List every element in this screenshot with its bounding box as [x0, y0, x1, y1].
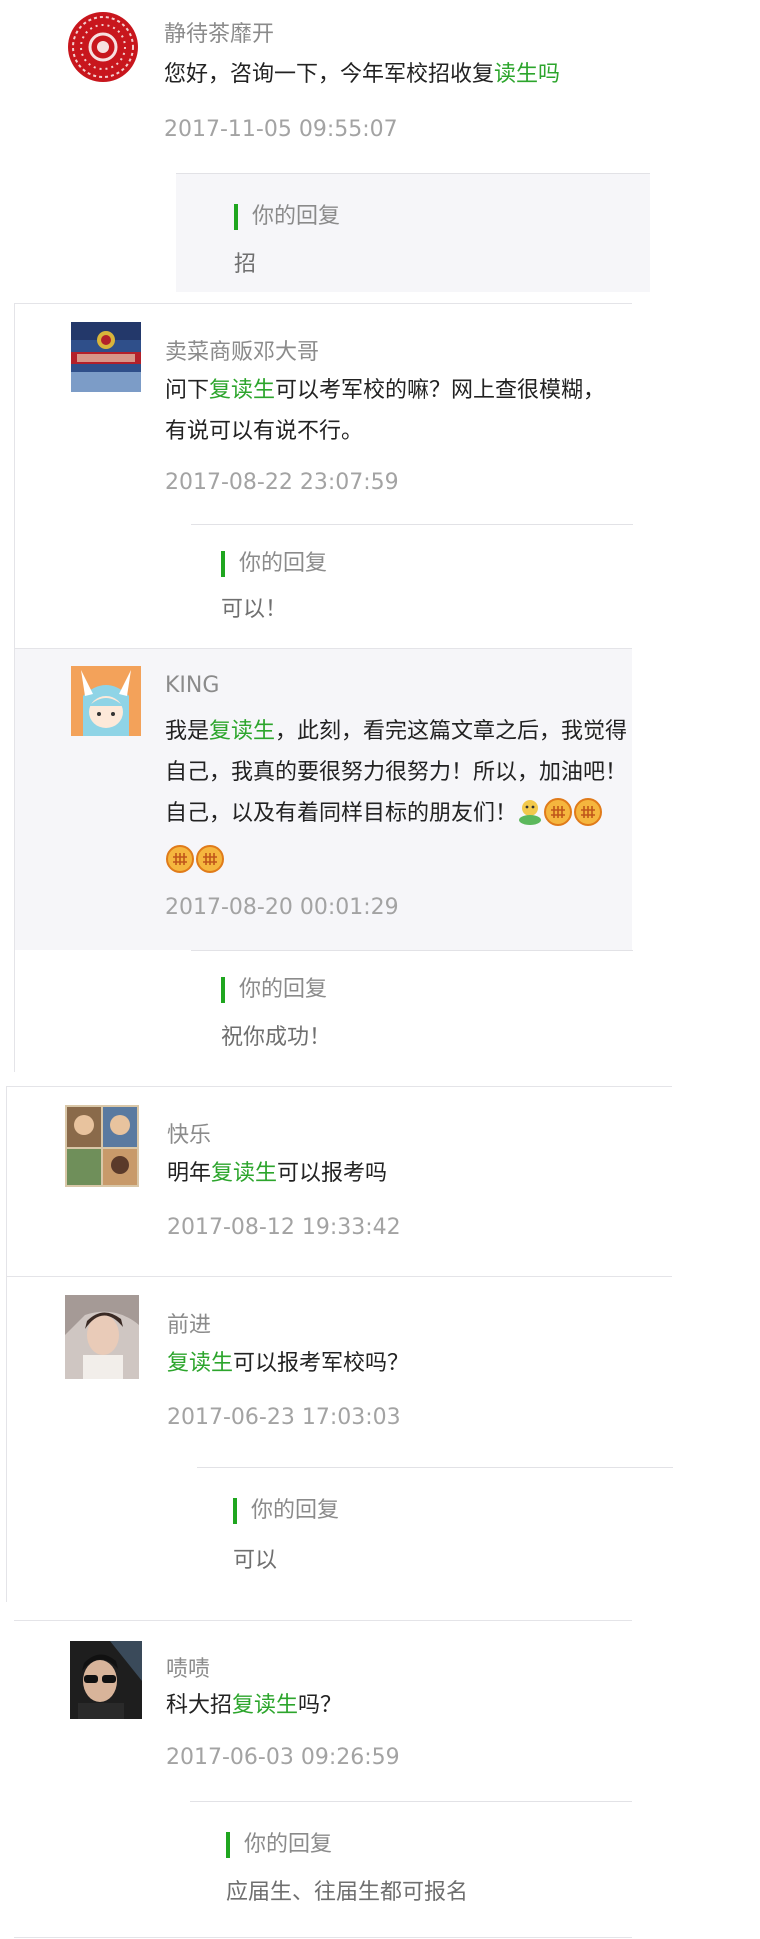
- reply-label: 你的回复: [234, 204, 340, 230]
- comment-card: 卖菜商贩邓大哥 问下复读生可以考军校的嘛？网上查很模糊，有说可以有说不行。 20…: [14, 303, 633, 648]
- anime-girl-avatar[interactable]: [71, 666, 141, 736]
- reply-text: 可以！: [221, 597, 288, 622]
- comment-timestamp: 2017-08-12 19:33:42: [167, 1215, 401, 1240]
- comment-card: 静待茶靡开 您好，咨询一下，今年军校招收复读生吗 2017-11-05 09:5…: [6, 0, 650, 292]
- reply-text: 招: [234, 252, 257, 277]
- keyword-highlight[interactable]: 复读生: [209, 719, 275, 744]
- reply-label: 你的回复: [221, 551, 327, 577]
- comment-card: 快乐 明年复读生可以报考吗 2017-08-12 19:33:42: [6, 1086, 672, 1276]
- fist-emoji: [195, 845, 225, 887]
- keyword-highlight[interactable]: 复读生: [232, 1693, 298, 1718]
- comment-username[interactable]: 快乐: [167, 1117, 211, 1149]
- reply-box: 你的回复 应届生、往届生都可报名: [190, 1801, 632, 1939]
- comment-username[interactable]: KING: [165, 673, 219, 698]
- comment-username[interactable]: 前进: [167, 1307, 211, 1339]
- reply-text: 祝你成功！: [221, 1025, 332, 1050]
- keyword-highlight[interactable]: 复读生: [167, 1351, 233, 1376]
- comment-username[interactable]: 静待茶靡开: [164, 16, 274, 48]
- keyword-highlight[interactable]: 复读生: [209, 378, 275, 403]
- reply-text: 应届生、往届生都可报名: [226, 1880, 469, 1905]
- reply-container: 你的回复 祝你成功！: [14, 950, 633, 1072]
- comment-card: 前进 复读生可以报考军校吗？ 2017-06-23 17:03:03 你的回复 …: [6, 1276, 673, 1603]
- fist-emoji: [165, 845, 195, 887]
- comment-timestamp: 2017-08-22 23:07:59: [165, 470, 399, 495]
- keyword-highlight[interactable]: 复读生: [211, 1161, 277, 1186]
- fist-emoji: [543, 798, 573, 840]
- comment-card: KING 我是复读生，此刻，看完这篇文章之后，我觉得自己，我真的要很努力很努力！…: [14, 648, 632, 950]
- cheer-emoji: [517, 798, 543, 840]
- comment-text: 我是复读生，此刻，看完这篇文章之后，我觉得自己，我真的要很努力很努力！所以，加油…: [165, 711, 629, 887]
- comment-text: 明年复读生可以报考吗: [167, 1161, 388, 1186]
- comment-username[interactable]: 啧啧: [166, 1651, 210, 1683]
- keyword-highlight[interactable]: 读生吗: [494, 62, 560, 87]
- police-cap-avatar[interactable]: [71, 322, 141, 392]
- portrait-avatar[interactable]: [65, 1295, 139, 1379]
- comment-text: 复读生可以报考军校吗？: [167, 1351, 410, 1376]
- comment-timestamp: 2017-06-03 09:26:59: [166, 1745, 400, 1770]
- sunglasses-avatar[interactable]: [70, 1641, 142, 1719]
- red-seal-avatar[interactable]: [68, 12, 138, 82]
- reply-box: 你的回复 可以: [197, 1467, 673, 1603]
- photo-collage-avatar[interactable]: [65, 1105, 139, 1187]
- reply-text: 可以: [233, 1548, 278, 1573]
- comment-timestamp: 2017-11-05 09:55:07: [164, 117, 398, 142]
- comment-username[interactable]: 卖菜商贩邓大哥: [165, 334, 319, 366]
- reply-label: 你的回复: [221, 977, 327, 1003]
- reply-label: 你的回复: [233, 1498, 339, 1524]
- reply-box: 你的回复 祝你成功！: [191, 950, 633, 1072]
- fist-emoji: [573, 798, 603, 840]
- reply-box: 你的回复 招: [176, 173, 650, 292]
- comment-text: 您好，咨询一下，今年军校招收复读生吗: [164, 62, 561, 87]
- reply-label: 你的回复: [226, 1832, 332, 1858]
- reply-box: 你的回复 可以！: [191, 524, 633, 648]
- comment-timestamp: 2017-08-20 00:01:29: [165, 895, 399, 920]
- comment-text: 科大招复读生吗？: [166, 1693, 343, 1718]
- comment-text: 问下复读生可以考军校的嘛？网上查很模糊，有说可以有说不行。: [165, 378, 606, 444]
- comment-card: 啧啧 科大招复读生吗？ 2017-06-03 09:26:59 你的回复 应届生…: [14, 1620, 632, 1938]
- comment-timestamp: 2017-06-23 17:03:03: [167, 1405, 401, 1430]
